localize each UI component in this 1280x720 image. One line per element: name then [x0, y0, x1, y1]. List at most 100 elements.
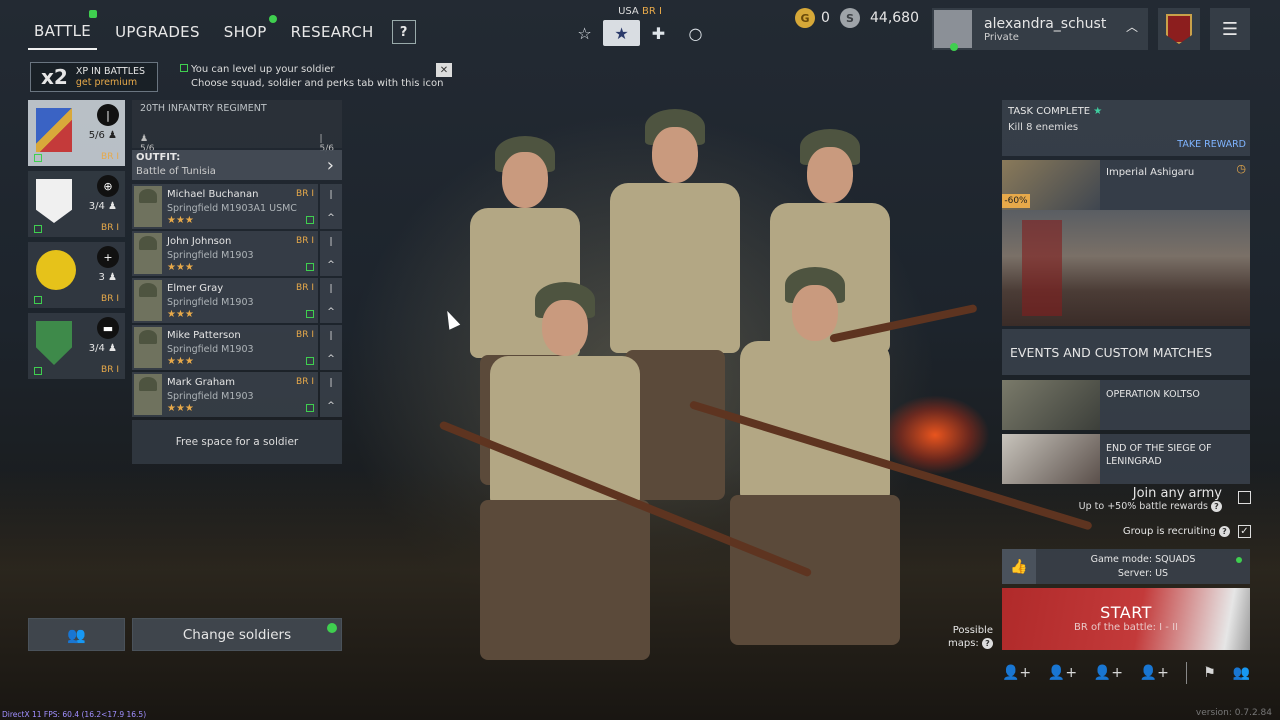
soldier-rank-control[interactable]: | ^ [320, 372, 342, 417]
event-row[interactable]: END OF THE SIEGE OF LENINGRAD [1002, 434, 1250, 484]
squad-emblem-icon [36, 321, 72, 365]
tab-upgrades[interactable]: UPGRADES [109, 15, 206, 49]
server: Server: US [1117, 568, 1169, 579]
squad-count: 3 ♟ [98, 272, 117, 283]
recruiting-checkbox[interactable]: ✓ [1238, 525, 1251, 538]
soldier-name: Michael Buchanan [167, 189, 259, 200]
soldier-name: John Johnson [167, 236, 232, 247]
chevron-up-icon: ^ [327, 400, 335, 411]
star-icon: ★ [1093, 106, 1103, 117]
add-friend-icon[interactable]: 👤+ [1094, 665, 1123, 681]
add-friend-icon[interactable]: 👤+ [1140, 665, 1169, 681]
help-icon[interactable]: ? [1219, 526, 1230, 537]
soldier-rank-control[interactable]: | ^ [320, 278, 342, 323]
group-icon[interactable]: 👥 [1233, 665, 1250, 681]
iron-cross-icon[interactable]: ✚ [640, 20, 677, 46]
join-army-sub: Up to +50% battle rewards ? [1079, 501, 1222, 512]
clock-icon: ◷ [1236, 162, 1246, 175]
gold-balance: G 0 [795, 8, 830, 28]
group-recruiting: Group is recruiting ? [1123, 526, 1230, 537]
close-tip-button[interactable]: ✕ [436, 63, 452, 77]
soldier-row[interactable]: Michael Buchanan Springfield M1903A1 USM… [132, 184, 318, 229]
soldier-avatar [134, 327, 162, 368]
possible-maps[interactable]: Possible maps: ? [948, 624, 993, 650]
help-icon[interactable]: ? [1211, 501, 1222, 512]
group-icon: 👥 [67, 625, 86, 644]
profile-panel[interactable]: alexandra_schust Private ︿ [932, 8, 1148, 51]
add-friend-icon[interactable]: 👤+ [1048, 665, 1077, 681]
tab-battle[interactable]: BATTLE [28, 10, 98, 50]
squad-count: 3/4 ♟ [88, 343, 117, 354]
join-army-checkbox[interactable] [1238, 491, 1251, 504]
silver-amount: 44,680 [870, 10, 919, 26]
soldier-stars: ★★★ [167, 403, 194, 414]
soldier-row[interactable]: Mark Graham Springfield M1903 ★★★ BR I [132, 372, 318, 417]
squad-emblem-icon [36, 250, 76, 290]
promo-link[interactable]: get premium [76, 77, 145, 88]
squad-br: BR I [101, 152, 119, 162]
help-button[interactable]: ? [391, 20, 416, 44]
events-header[interactable]: EVENTS AND CUSTOM MATCHES [1002, 329, 1250, 375]
tab-shop[interactable]: SHOP [218, 15, 277, 49]
squad-br: BR I [101, 223, 119, 233]
offer-preview-image[interactable] [1002, 210, 1250, 326]
change-soldiers-button[interactable]: Change soldiers [132, 618, 342, 651]
squad-card[interactable]: + 3 ♟ BR I [28, 242, 125, 308]
squad-card[interactable]: | 5/6 ♟ BR I [28, 100, 125, 166]
menu-button[interactable]: ☰ [1210, 8, 1250, 50]
rising-sun-icon[interactable]: ○ [677, 20, 714, 46]
featured-offer[interactable]: -60% Imperial Ashigaru ◷ [1002, 160, 1250, 210]
social-bar: 👤+ 👤+ 👤+ 👤+ ⚑ 👥 [1002, 662, 1250, 684]
silver-balance: S 44,680 [840, 8, 919, 28]
rifle-icon: | [97, 104, 119, 126]
soldier-avatar [134, 233, 162, 274]
allied-star-icon[interactable]: ★ [603, 20, 640, 46]
notification-dot [268, 15, 277, 23]
take-reward-button[interactable]: TAKE REWARD [1177, 139, 1246, 150]
start-button[interactable]: START BR of the battle: I - II [1002, 588, 1250, 650]
regiment-header: 20TH INFANTRY REGIMENT ♟ 5/6 | 5/6 [132, 100, 342, 154]
soldier-name: Elmer Gray [167, 283, 224, 294]
soldier-br: BR I [296, 377, 314, 387]
free-soldier-slot[interactable]: Free space for a soldier [132, 420, 342, 464]
chevron-up-icon: ^ [327, 212, 335, 223]
outfit-selector[interactable]: OUTFIT: Battle of Tunisia › [132, 150, 342, 180]
thumbs-up-icon[interactable]: 👍 [1002, 549, 1036, 584]
regiment-name: 20TH INFANTRY REGIMENT [140, 103, 267, 114]
soldier-figure [470, 280, 660, 680]
version-label: version: 0.7.2.84 [1195, 708, 1272, 718]
game-mode-panel[interactable]: 👍 Game mode: SQUADS Server: US [1002, 549, 1250, 584]
flag-icon[interactable]: ⚑ [1203, 665, 1216, 681]
soldier-rank-control[interactable]: | ^ [320, 184, 342, 229]
soldier-rank-control[interactable]: | ^ [320, 231, 342, 276]
status-dot [1236, 557, 1242, 563]
tab-research[interactable]: RESEARCH [285, 15, 380, 49]
star-outline-icon[interactable]: ☆ [566, 20, 603, 46]
add-friend-icon[interactable]: 👤+ [1002, 665, 1031, 681]
premium-promo[interactable]: x2 XP IN BATTLES get premium [30, 62, 158, 92]
soldier-row[interactable]: Elmer Gray Springfield M1903 ★★★ BR I [132, 278, 318, 323]
soldier-stars: ★★★ [167, 215, 194, 226]
gold-coin-icon: G [795, 8, 815, 28]
event-row[interactable]: OPERATION KOLTSO [1002, 380, 1250, 430]
soldier-weapon: Springfield M1903 [167, 344, 254, 355]
squad-card[interactable]: ▬ 3/4 ♟ BR I [28, 313, 125, 379]
notification-badge [89, 10, 98, 18]
rifle-icon: | [329, 237, 333, 248]
soldier-br: BR I [296, 189, 314, 199]
chevron-right-icon: › [326, 155, 334, 176]
task-card[interactable]: TASK COMPLETE ★ Kill 8 enemies TAKE REWA… [1002, 100, 1250, 156]
squad-emblem-icon [36, 179, 72, 223]
upgrade-indicator-icon [306, 310, 314, 318]
offer-name: Imperial Ashigaru [1106, 167, 1195, 178]
battle-br: BR of the battle: I - II [1073, 622, 1178, 633]
soldier-rank-control[interactable]: | ^ [320, 325, 342, 370]
squad-card[interactable]: ⊕ 3/4 ♟ BR I [28, 171, 125, 237]
start-label: START [1100, 603, 1152, 622]
event-name: END OF THE SIEGE OF LENINGRAD [1106, 443, 1212, 467]
soldier-row[interactable]: Mike Patterson Springfield M1903 ★★★ BR … [132, 325, 318, 370]
join-army-title: Join any army [1132, 486, 1222, 501]
soldier-row[interactable]: John Johnson Springfield M1903 ★★★ BR I [132, 231, 318, 276]
rank-badge-icon[interactable] [1158, 8, 1200, 50]
squad-management-button[interactable]: 👥 [28, 618, 125, 651]
